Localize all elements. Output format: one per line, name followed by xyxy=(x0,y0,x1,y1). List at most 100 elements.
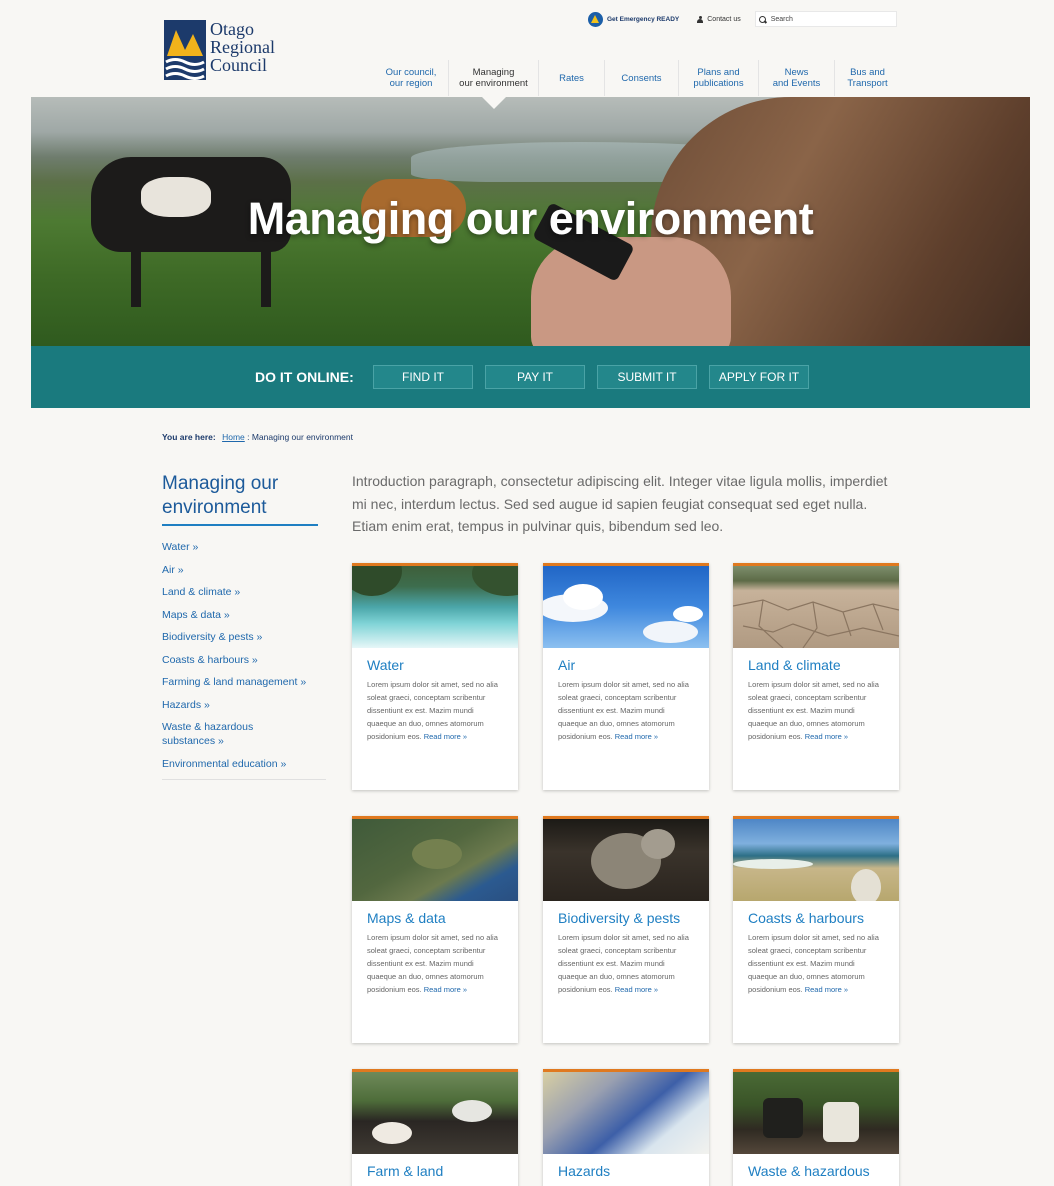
read-more-link[interactable]: Read more » xyxy=(615,985,658,994)
card-coasts-harbours[interactable]: Coasts & harbours Lorem ipsum dolor sit … xyxy=(733,816,899,1043)
card-title[interactable]: Water xyxy=(367,657,503,674)
read-more-link[interactable]: Read more » xyxy=(805,732,848,741)
do-it-online-bar: DO IT ONLINE: FIND IT PAY IT SUBMIT IT A… xyxy=(31,346,1030,408)
sidebar-item-coasts[interactable]: Coasts & harbours » xyxy=(162,653,326,667)
card-waste-hazardous[interactable]: Waste & hazardous xyxy=(733,1069,899,1186)
card-biodiversity-pests[interactable]: Biodiversity & pests Lorem ipsum dolor s… xyxy=(543,816,709,1043)
logo-line: Otago xyxy=(210,19,254,39)
sidebar-item-biodiversity[interactable]: Biodiversity & pests » xyxy=(162,630,326,644)
card-image-detail xyxy=(823,1102,859,1142)
read-more-link[interactable]: Read more » xyxy=(805,985,848,994)
card-body: Lorem ipsum dolor sit amet, sed no alia … xyxy=(367,678,503,743)
nav-label: Rates xyxy=(559,72,584,84)
read-more-link[interactable]: Read more » xyxy=(424,985,467,994)
card-image xyxy=(543,566,709,648)
nav-rates[interactable]: Rates xyxy=(538,60,604,96)
nav-label: our region xyxy=(389,78,433,89)
possum-shape xyxy=(641,829,675,859)
card-image-detail xyxy=(372,1122,412,1144)
card-image-detail xyxy=(763,1098,803,1138)
card-title[interactable]: Land & climate xyxy=(748,657,884,674)
logo-mark-icon xyxy=(164,20,206,80)
card-title[interactable]: Maps & data xyxy=(367,910,503,927)
nav-bus-transport[interactable]: Bus and Transport xyxy=(834,60,900,96)
card-image xyxy=(733,819,899,901)
sidebar-item-hazards[interactable]: Hazards » xyxy=(162,698,326,712)
nav-news-events[interactable]: News and Events xyxy=(758,60,834,96)
card-image-detail xyxy=(412,839,462,869)
sidebar-item-waste[interactable]: Waste & hazardous substances » xyxy=(162,720,272,748)
sidebar-item-maps-data[interactable]: Maps & data » xyxy=(162,608,326,622)
sidebar-item-land-climate[interactable]: Land & climate » xyxy=(162,585,326,599)
card-hazards[interactable]: Hazards xyxy=(543,1069,709,1186)
hero-banner: Managing our environment xyxy=(31,97,1030,346)
emergency-label: Get Emergency READY xyxy=(607,15,680,23)
sidebar-item-education[interactable]: Environmental education » xyxy=(162,757,326,771)
card-title[interactable]: Waste & hazardous xyxy=(748,1163,884,1180)
section-sidebar: Managing our environment Water » Air » L… xyxy=(162,472,326,780)
breadcrumb-prefix: You are here: xyxy=(162,432,216,442)
card-land-climate[interactable]: Land & climate Lorem ipsum dolor sit ame… xyxy=(733,563,899,790)
person-icon xyxy=(697,15,704,23)
contact-label: Contact us xyxy=(707,15,741,23)
cloud-shape xyxy=(673,606,703,622)
sidebar-item-water[interactable]: Water » xyxy=(162,540,326,554)
main-nav: Our council, our region Managing our envir… xyxy=(374,60,900,109)
card-body: Lorem ipsum dolor sit amet, sed no alia … xyxy=(748,931,884,996)
nav-label: Transport xyxy=(847,78,888,89)
breadcrumb: You are here: Home : Managing our enviro… xyxy=(162,432,353,442)
card-title[interactable]: Farm & land xyxy=(367,1163,503,1180)
contact-us-link[interactable]: Contact us xyxy=(697,15,741,23)
pay-it-button[interactable]: PAY IT xyxy=(485,365,585,389)
card-image-detail xyxy=(472,566,518,596)
submit-it-button[interactable]: SUBMIT IT xyxy=(597,365,697,389)
otago-regional-council-logo[interactable]: Otago Regional Council xyxy=(164,20,275,80)
nav-label: Bus and xyxy=(850,67,885,78)
card-image xyxy=(733,566,899,648)
nav-label: Plans and xyxy=(697,67,740,78)
card-title[interactable]: Hazards xyxy=(558,1163,694,1180)
card-image xyxy=(733,1072,899,1154)
card-air[interactable]: Air Lorem ipsum dolor sit amet, sed no a… xyxy=(543,563,709,790)
logo-wordmark: Otago Regional Council xyxy=(210,20,275,74)
path-shape xyxy=(851,869,881,901)
sidebar-item-air[interactable]: Air » xyxy=(162,563,326,577)
nav-our-council[interactable]: Our council, our region xyxy=(374,60,448,96)
nav-label: and Events xyxy=(772,78,821,89)
nav-label: publications xyxy=(693,78,744,89)
nav-consents[interactable]: Consents xyxy=(604,60,678,96)
hero-title: Managing our environment xyxy=(247,193,814,244)
sidebar-divider xyxy=(162,779,326,780)
cloud-shape xyxy=(563,584,603,610)
nav-label: our environment xyxy=(459,78,528,89)
breadcrumb-home-link[interactable]: Home xyxy=(222,432,245,442)
find-it-button[interactable]: FIND IT xyxy=(373,365,473,389)
nav-label: Our council, xyxy=(385,67,437,78)
apply-for-it-button[interactable]: APPLY FOR IT xyxy=(709,365,809,389)
read-more-link[interactable]: Read more » xyxy=(424,732,467,741)
search-placeholder: Search xyxy=(770,15,793,23)
card-body: Lorem ipsum dolor sit amet, sed no alia … xyxy=(748,678,884,743)
sidebar-item-farming[interactable]: Farming & land management » xyxy=(162,675,326,689)
card-body: Lorem ipsum dolor sit amet, sed no alia … xyxy=(367,931,503,996)
emergency-icon xyxy=(588,11,603,27)
card-body: Lorem ipsum dolor sit amet, sed no alia … xyxy=(558,678,694,743)
card-farm-land[interactable]: Farm & land xyxy=(352,1069,518,1186)
site-header: Otago Regional Council Get Emergency REA… xyxy=(0,0,1054,109)
read-more-link[interactable]: Read more » xyxy=(615,732,658,741)
search-input[interactable]: Search xyxy=(754,11,897,27)
nav-label: Consents xyxy=(621,72,662,84)
nav-plans-publications[interactable]: Plans and publications xyxy=(678,60,758,96)
sidebar-menu: Water » Air » Land & climate » Maps & da… xyxy=(162,540,326,771)
card-title[interactable]: Biodiversity & pests xyxy=(558,910,694,927)
nav-managing-environment[interactable]: Managing our environment xyxy=(448,60,538,109)
card-title[interactable]: Coasts & harbours xyxy=(748,910,884,927)
card-body: Lorem ipsum dolor sit amet, sed no alia … xyxy=(558,931,694,996)
card-title[interactable]: Air xyxy=(558,657,694,674)
utility-bar: Get Emergency READY Contact us Search xyxy=(588,11,897,27)
breadcrumb-current: : Managing our environment xyxy=(244,432,353,442)
card-water[interactable]: Water Lorem ipsum dolor sit amet, sed no… xyxy=(352,563,518,790)
card-maps-data[interactable]: Maps & data Lorem ipsum dolor sit amet, … xyxy=(352,816,518,1043)
emergency-ready-link[interactable]: Get Emergency READY xyxy=(588,11,680,27)
nav-label: Managing xyxy=(472,67,515,78)
